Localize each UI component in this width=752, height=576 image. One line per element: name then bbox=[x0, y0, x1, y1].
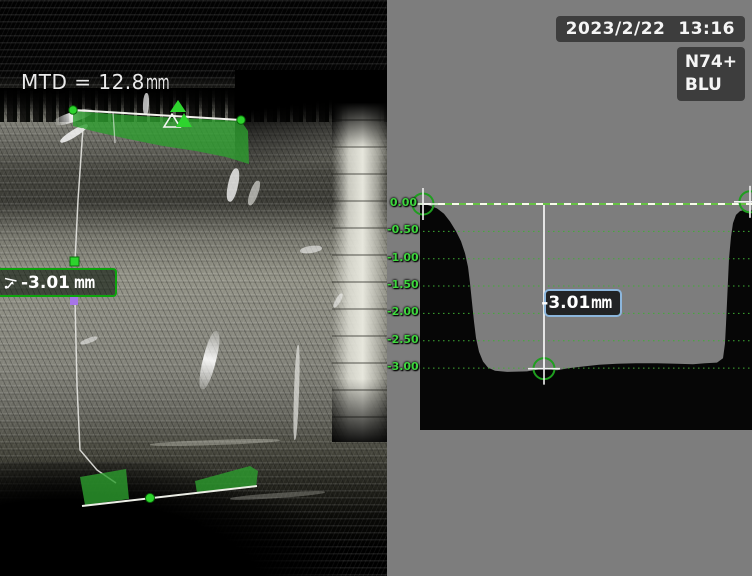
videoscope-screen: MTD = 12.8mm -3.01mm 2023/2/22 13:16 N74… bbox=[0, 0, 752, 576]
measure-polyline bbox=[75, 300, 116, 483]
profile-area-fill bbox=[420, 204, 752, 430]
cursor-square-green[interactable] bbox=[70, 257, 79, 266]
y-axis-tick-label: -3.00 bbox=[387, 360, 417, 373]
surface-patch bbox=[80, 469, 129, 505]
date-text: 2023/2/22 bbox=[566, 19, 666, 39]
y-axis-tick-label: -1.00 bbox=[387, 251, 417, 264]
mtd-label: MTD = 12.8mm bbox=[21, 70, 183, 94]
depth-tag-value: -3.01 bbox=[21, 273, 70, 293]
y-axis-tick-label: -0.50 bbox=[387, 223, 417, 236]
datetime-badge: 2023/2/22 13:16 bbox=[556, 16, 745, 42]
camera-view: MTD = 12.8mm -3.01mm bbox=[0, 0, 387, 576]
y-axis-tick-label: -1.50 bbox=[387, 278, 417, 291]
measurement-unit: mm bbox=[591, 293, 612, 313]
y-axis-tick-label: 0.00 bbox=[387, 196, 417, 209]
mtd-value: MTD = 12.8 bbox=[21, 70, 145, 94]
y-axis-tick-label: -2.00 bbox=[387, 305, 417, 318]
depth-measure-icon bbox=[3, 275, 18, 290]
reference-endpoint-cursor[interactable] bbox=[237, 116, 245, 124]
depth-tag-unit: mm bbox=[74, 273, 95, 293]
bottom-line-midpoint-cursor[interactable] bbox=[146, 494, 155, 503]
active-cursor-triangle[interactable] bbox=[170, 100, 186, 112]
mtd-unit: mm bbox=[146, 70, 169, 94]
adapter-text: BLU bbox=[685, 74, 737, 97]
measurement-value: -3.01 bbox=[541, 293, 590, 313]
profile-pane: 2023/2/22 13:16 N74+ BLU 0.00 -0.50 -1.00 -… bbox=[387, 0, 752, 576]
cursor-dot-purple[interactable] bbox=[70, 297, 78, 305]
depth-measurement-tag: -3.01mm bbox=[0, 268, 117, 297]
reference-endpoint-cursor[interactable] bbox=[69, 106, 77, 114]
y-axis-tick-label: -2.50 bbox=[387, 333, 417, 346]
time-text: 13:16 bbox=[678, 19, 735, 39]
measurement-label: -3.01mm bbox=[544, 289, 622, 317]
probe-type-text: N74+ bbox=[685, 51, 737, 74]
measure-polyline bbox=[75, 128, 83, 262]
probe-badge: N74+ BLU bbox=[677, 47, 745, 101]
